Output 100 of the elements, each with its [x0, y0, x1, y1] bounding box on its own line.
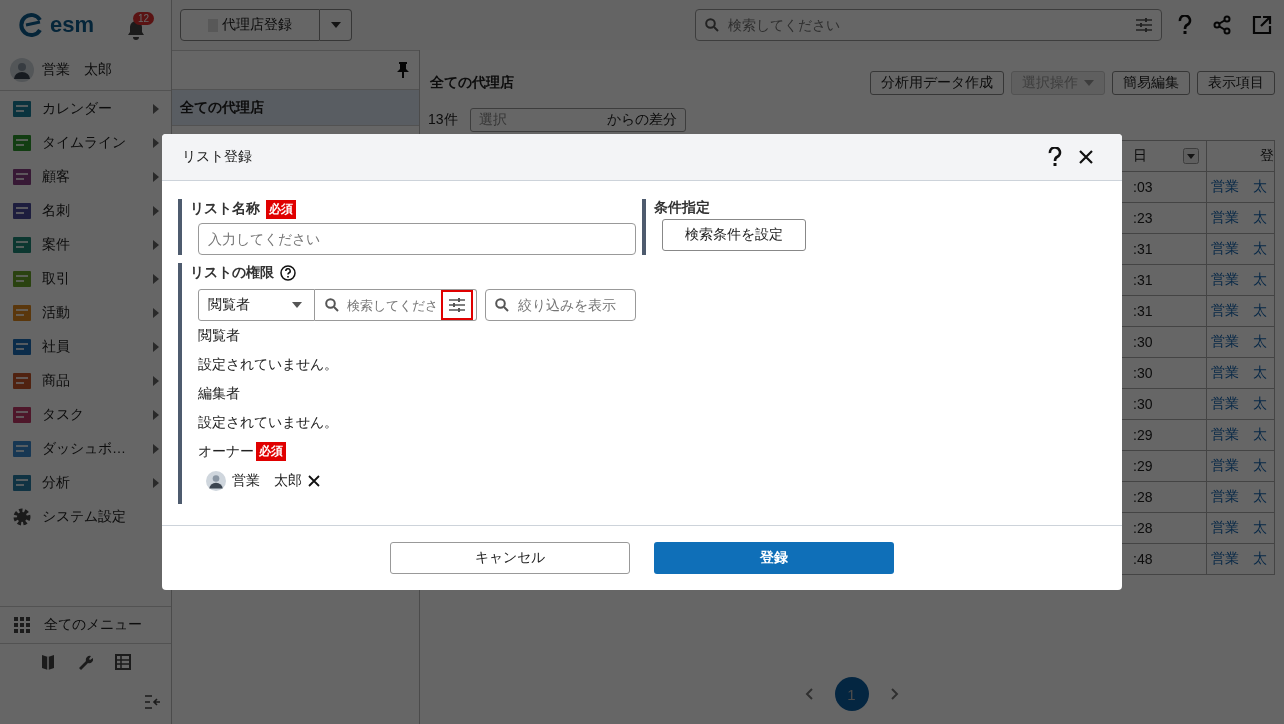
user-link[interactable]: 営業 太: [1211, 457, 1267, 475]
menu-item[interactable]: カレンダー: [0, 92, 171, 126]
column-header: 日: [1133, 147, 1147, 165]
menu-item[interactable]: 顧客: [0, 160, 171, 194]
menu-item[interactable]: タイムライン: [0, 126, 171, 160]
menu-item[interactable]: 商品: [0, 364, 171, 398]
user-link[interactable]: 営業 太: [1211, 240, 1267, 258]
collapse-icon[interactable]: [145, 695, 161, 709]
filter-button[interactable]: [440, 290, 473, 320]
user-link[interactable]: 営業 太: [1211, 364, 1267, 382]
table-cell: :28: [1133, 520, 1153, 536]
user-name[interactable]: 営業 太郎: [42, 61, 112, 79]
column-header: 登: [1260, 147, 1274, 165]
logo-icon: [18, 12, 44, 38]
dialog-title: リスト登録: [182, 148, 253, 166]
list-name-field[interactable]: 入力してください: [198, 223, 636, 255]
group-label: オーナー: [198, 442, 254, 461]
caret-icon: [330, 22, 341, 28]
role-select[interactable]: 閲覧者: [198, 289, 315, 321]
menu-icon: [12, 439, 32, 459]
remove-icon[interactable]: [308, 475, 320, 487]
user-link[interactable]: 営業 太: [1211, 209, 1267, 227]
avatar-icon: [206, 471, 226, 491]
table-cell: :31: [1133, 272, 1153, 288]
required-badge: 必須: [256, 442, 286, 461]
user-link[interactable]: 営業 太: [1211, 271, 1267, 289]
menu-item[interactable]: 活動: [0, 296, 171, 330]
menu-item[interactable]: ダッシュボ…: [0, 432, 171, 466]
field-label: リスト名称: [190, 200, 260, 218]
empty-message: 設定されていません。: [198, 413, 338, 432]
table-cell: :31: [1133, 241, 1153, 257]
action-button[interactable]: 表示項目: [1197, 71, 1275, 95]
menu-item[interactable]: システム設定: [0, 500, 171, 534]
external-link-icon[interactable]: [1252, 15, 1272, 35]
pin-icon[interactable]: [397, 62, 409, 78]
menu-item[interactable]: 案件: [0, 228, 171, 262]
menu-icon: [12, 371, 32, 391]
gear-icon: [12, 507, 32, 527]
user-link[interactable]: 営業 太: [1211, 302, 1267, 320]
field-label: リストの権限: [190, 264, 274, 282]
search-icon: [324, 298, 339, 312]
menu-item[interactable]: 名刺: [0, 194, 171, 228]
user-link[interactable]: 営業 太: [1211, 178, 1267, 196]
table-cell: :30: [1133, 396, 1153, 412]
required-badge: 必須: [266, 199, 296, 219]
table-cell: :31: [1133, 303, 1153, 319]
menu-item[interactable]: 分析: [0, 466, 171, 500]
menu-icon: [12, 235, 32, 255]
page-button[interactable]: 1: [834, 677, 869, 711]
filter-field[interactable]: 絞り込みを表示: [484, 289, 636, 321]
menu-icon: [12, 133, 32, 153]
user-link[interactable]: 営業 太: [1211, 550, 1267, 568]
field-label: 条件指定: [654, 199, 711, 217]
table-cell: :23: [1133, 210, 1153, 226]
group-label: 閲覧者: [198, 326, 240, 345]
action-button[interactable]: 簡易編集: [1112, 71, 1190, 95]
table-cell: :28: [1133, 489, 1153, 505]
share-icon[interactable]: [1212, 15, 1232, 35]
menu-item[interactable]: 取引: [0, 262, 171, 296]
search-icon: [705, 18, 719, 32]
user-link[interactable]: 営業 太: [1211, 426, 1267, 444]
user-link[interactable]: 営業 太: [1211, 395, 1267, 413]
previous-icon[interactable]: [804, 688, 813, 700]
next-icon[interactable]: [890, 688, 899, 700]
user-link[interactable]: 営業 太: [1211, 333, 1267, 351]
menu-icon: [12, 337, 32, 357]
user-link[interactable]: 営業 太: [1211, 519, 1267, 537]
group-label: 編集者: [198, 384, 240, 403]
record-count: 13件: [428, 111, 458, 129]
submit-button[interactable]: 登録: [654, 542, 894, 574]
filter-icon: [448, 298, 465, 312]
close-icon[interactable]: [1078, 149, 1094, 165]
action-button[interactable]: 分析用データ作成: [870, 71, 1004, 95]
dropdown-button[interactable]: [320, 9, 352, 41]
filter-icon[interactable]: [1136, 18, 1152, 32]
menu-icon: [12, 303, 32, 323]
menu-item[interactable]: タスク: [0, 398, 171, 432]
menu-icon: [12, 99, 32, 119]
cancel-button[interactable]: キャンセル: [390, 542, 630, 574]
menu-icon: [12, 167, 32, 187]
table-cell: :03: [1133, 179, 1153, 195]
notification-badge: 12: [133, 12, 155, 25]
table-cell: :30: [1133, 334, 1153, 350]
menu-icon: [12, 201, 32, 221]
list-title: 全ての代理店: [430, 74, 514, 92]
menu-item[interactable]: 社員: [0, 330, 171, 364]
user-link[interactable]: 営業 太: [1211, 488, 1267, 506]
help-icon[interactable]: [1048, 147, 1062, 167]
menu-icon: [12, 269, 32, 289]
help-icon[interactable]: [280, 265, 296, 281]
set-condition-button[interactable]: 検索条件を設定: [662, 219, 806, 251]
book-icon[interactable]: [40, 654, 55, 670]
table-cell: :29: [1133, 427, 1153, 443]
table-cell: :30: [1133, 365, 1153, 381]
dropdown-icon[interactable]: [1183, 148, 1199, 164]
view-button[interactable]: 代理店登録: [180, 9, 320, 41]
list-item[interactable]: 全ての代理店: [172, 90, 419, 126]
table-icon[interactable]: [114, 654, 131, 670]
caret-icon: [1084, 80, 1094, 86]
all-menu-item[interactable]: 全てのメニュー: [0, 606, 171, 644]
